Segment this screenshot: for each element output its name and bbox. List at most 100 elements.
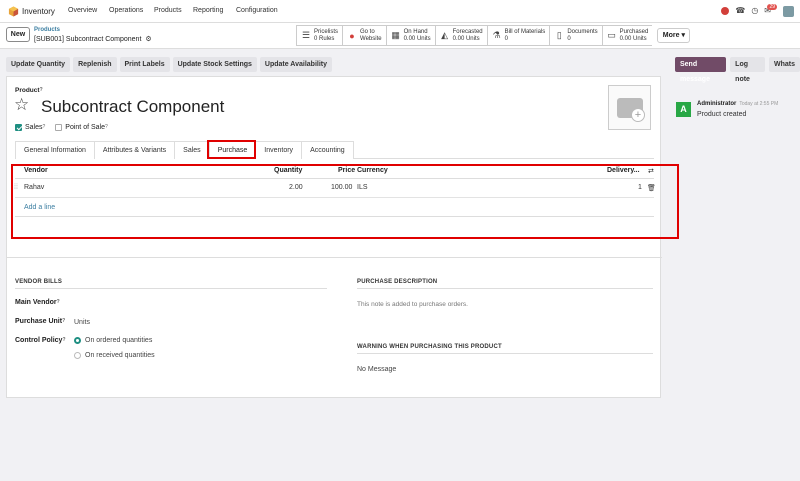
smart-button-purchased[interactable]: ▭ Purchased 0.00 Units (601, 25, 653, 46)
send-message-button[interactable]: Send message (675, 57, 727, 83)
app-name[interactable]: Inventory (22, 7, 55, 16)
sales-checkbox[interactable] (15, 124, 22, 131)
inventory-app-icon[interactable] (8, 6, 19, 17)
divider (15, 288, 327, 289)
systray: ☎ ◷ ✉ 29 (721, 4, 794, 17)
caret-down-icon: ▾ (681, 32, 685, 39)
status-dot-icon[interactable] (721, 7, 730, 15)
help-icon[interactable]: ? (105, 124, 108, 130)
update-quantity-button[interactable]: Update Quantity (6, 57, 71, 72)
cubes-icon: ▦ (391, 30, 400, 40)
update-availability-button[interactable]: Update Availability (259, 57, 332, 72)
vendor-bills-title: VENDOR BILLS (15, 279, 63, 285)
product-name[interactable]: Subcontract Component (41, 97, 224, 117)
notification-badge: 29 (767, 4, 777, 10)
breadcrumb-current-label: [SUB001] Subcontract Component (34, 36, 142, 43)
help-icon[interactable]: ? (40, 87, 43, 93)
main-vendor-label: Main Vendor? (15, 299, 60, 306)
smart-button-value: 0.00 Units (452, 35, 480, 42)
smart-button-forecasted[interactable]: ◭ Forecasted 0.00 Units (434, 25, 487, 46)
smart-button-pricelists[interactable]: ☰ Pricelists 0 Rules (296, 25, 343, 46)
phone-icon[interactable]: ☎ (735, 7, 745, 15)
purchase-tab-highlight (207, 140, 256, 159)
tab-sales[interactable]: Sales (174, 141, 210, 159)
message-time: Today at 2:55 PM (739, 101, 779, 107)
menu-products[interactable]: Products (154, 7, 182, 14)
smart-button-on-hand[interactable]: ▦ On Hand 0.00 Units (385, 25, 435, 46)
smart-button-value: 0 Rules (314, 35, 335, 42)
update-stock-settings-button[interactable]: Update Stock Settings (172, 57, 257, 72)
warning-select[interactable]: No Message (357, 366, 396, 373)
new-button[interactable]: New (6, 27, 30, 42)
smart-button-documents[interactable]: ▯ Documents 0 (549, 25, 602, 46)
policy-received-radio[interactable] (74, 352, 81, 359)
more-button[interactable]: More ▾ (657, 28, 691, 43)
purchase-unit-label-text: Purchase Unit (15, 318, 63, 325)
tab-attributes-variants[interactable]: Attributes & Variants (93, 141, 176, 159)
smart-button-title: Pricelists (314, 28, 339, 35)
smart-button-title: Bill of Materials (504, 28, 546, 35)
menu-overview[interactable]: Overview (68, 7, 97, 14)
smart-button-value: 0.00 Units (619, 35, 647, 42)
help-icon[interactable]: ? (62, 337, 65, 343)
point-of-sale-label: Point of Sale (65, 124, 105, 132)
smart-buttons: ☰ Pricelists 0 Rules ● Go to Website ▦ On … (296, 25, 691, 46)
menu-reporting[interactable]: Reporting (193, 7, 223, 14)
log-note-button[interactable]: Log note (730, 57, 765, 83)
menu-operations[interactable]: Operations (109, 7, 143, 14)
user-avatar[interactable] (783, 5, 794, 17)
tab-general-information[interactable]: General Information (15, 141, 95, 159)
file-icon: ▯ (556, 30, 562, 40)
help-icon[interactable]: ? (62, 318, 65, 324)
message-body: Product created (697, 111, 747, 118)
purchase-unit-field[interactable]: Units (74, 319, 90, 326)
smart-button-bom[interactable]: ⚗ Bill of Materials 0 (486, 25, 550, 46)
author-name[interactable]: Administrator (697, 101, 736, 107)
favorite-star-icon[interactable]: ☆ (14, 95, 29, 115)
tab-accounting[interactable]: Accounting (301, 141, 354, 159)
policy-ordered-radio[interactable] (74, 337, 81, 344)
smart-button-value: 0 (504, 35, 508, 42)
policy-received-label[interactable]: On received quantities (85, 352, 155, 359)
product-image-upload[interactable]: + (608, 85, 651, 130)
author-avatar[interactable]: A (676, 102, 691, 117)
vendor-table-highlight (11, 164, 679, 239)
main-vendor-field[interactable] (74, 297, 324, 307)
smart-button-value: Website (360, 35, 382, 42)
purchase-description-title: PURCHASE DESCRIPTION (357, 279, 438, 285)
smart-button-title: Purchased (619, 28, 649, 35)
menu-configuration[interactable]: Configuration (236, 7, 278, 14)
product-field-label: Product? (15, 87, 43, 94)
purchase-description-field[interactable]: This note is added to purchase orders. (357, 301, 468, 308)
pos-checkbox-row[interactable]: Point of Sale? (55, 124, 108, 132)
breadcrumb-parent[interactable]: Products (34, 27, 60, 33)
globe-icon: ● (349, 30, 355, 41)
print-labels-button[interactable]: Print Labels (119, 57, 170, 72)
point-of-sale-checkbox[interactable] (55, 124, 63, 131)
top-navbar: Inventory Overview Operations Products R… (0, 0, 800, 23)
notebook-tabs: General Information Attributes & Variant… (15, 141, 654, 159)
product-flags: Sales? Point of Sale? (15, 124, 108, 131)
more-button-label: More (662, 32, 680, 39)
main-vendor-label-text: Main Vendor (15, 299, 57, 306)
control-policy-label: Control Policy? (15, 337, 66, 344)
messaging-icon[interactable]: ✉ 29 (764, 4, 777, 15)
product-label-text: Product (15, 87, 40, 94)
plus-icon: + (631, 108, 645, 122)
tab-inventory[interactable]: Inventory (255, 141, 303, 159)
gear-icon[interactable]: ⚙ (145, 36, 151, 43)
whatsapp-button[interactable]: Whats (769, 57, 800, 72)
smart-button-title: Go to (360, 28, 375, 35)
replenish-button[interactable]: Replenish (73, 57, 117, 72)
smart-button-website[interactable]: ● Go to Website (342, 25, 386, 46)
activity-icon[interactable]: ◷ (751, 7, 758, 15)
sales-checkbox-row[interactable]: Sales? (15, 124, 45, 131)
help-icon[interactable]: ? (43, 124, 46, 130)
breadcrumb-current: [SUB001] Subcontract Component ⚙ (34, 35, 152, 43)
flask-icon: ⚗ (492, 30, 501, 40)
smart-button-title: On Hand (403, 28, 428, 35)
policy-ordered-label[interactable]: On ordered quantities (85, 337, 152, 344)
chatter-buttons: Send message Log note Whats (675, 57, 800, 83)
sales-checkbox-label: Sales (25, 124, 43, 132)
help-icon[interactable]: ? (57, 299, 60, 305)
